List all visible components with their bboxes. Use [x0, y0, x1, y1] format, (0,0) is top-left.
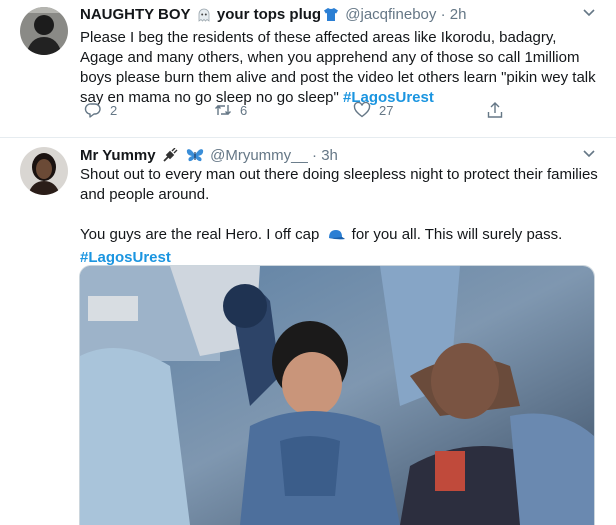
tweet-text: Shout out to every man out there doing s… [80, 165, 600, 268]
timestamp[interactable]: 2h [450, 6, 467, 23]
tshirt-emoji-icon [323, 7, 339, 28]
avatar-image [20, 147, 68, 195]
like-button[interactable]: 27 [353, 101, 393, 119]
tweet-text: Please I beg the residents of these affe… [80, 28, 600, 108]
tweet-header: NAUGHTY BOY your tops plug @jacqfineboy … [80, 5, 466, 28]
reply-count: 2 [110, 102, 118, 118]
tweet[interactable]: NAUGHTY BOY your tops plug @jacqfineboy … [0, 0, 616, 138]
share-icon [487, 102, 503, 118]
chevron-down-icon[interactable] [582, 146, 596, 162]
reply-icon [84, 103, 101, 118]
retweet-count: 6 [240, 102, 248, 118]
separator-dot: · [440, 6, 446, 23]
handle[interactable]: @jacqfineboy [345, 6, 436, 23]
like-count: 27 [379, 102, 394, 118]
timestamp[interactable]: 3h [321, 147, 338, 164]
media-video[interactable] [79, 265, 595, 525]
tweet-text-content: Please I beg the residents of these affe… [80, 29, 596, 106]
video-thumbnail [80, 266, 594, 525]
reply-button[interactable]: 2 [84, 101, 117, 119]
avatar[interactable] [20, 147, 68, 195]
display-name-suffix[interactable]: your tops plug [217, 6, 321, 23]
tweet[interactable]: Mr Yummy @Mryummy__ · 3h Shout out to ev… [0, 138, 616, 525]
retweet-button[interactable]: 6 [214, 101, 247, 119]
cap-emoji-icon [326, 228, 346, 248]
retweet-icon [215, 105, 231, 115]
handle[interactable]: @Mryummy__ [210, 147, 308, 164]
tweet-text-line: You guys are the real Hero. I off cap fo… [80, 225, 600, 248]
avatar-image [20, 7, 68, 55]
avatar[interactable] [20, 7, 68, 55]
display-name[interactable]: Mr Yummy [80, 147, 156, 164]
ghost-emoji-icon [197, 8, 211, 28]
like-icon [353, 101, 371, 118]
share-button[interactable] [486, 101, 504, 119]
tweet-text-line: Shout out to every man out there doing s… [80, 166, 598, 203]
display-name[interactable]: NAUGHTY BOY [80, 6, 191, 23]
tweet-text-part: You guys are the real Hero. I off cap [80, 226, 320, 243]
separator-dot: · [312, 147, 318, 164]
chevron-down-icon[interactable] [582, 5, 596, 21]
tweet-text-part: for you all. This will surely pass. [351, 226, 563, 243]
